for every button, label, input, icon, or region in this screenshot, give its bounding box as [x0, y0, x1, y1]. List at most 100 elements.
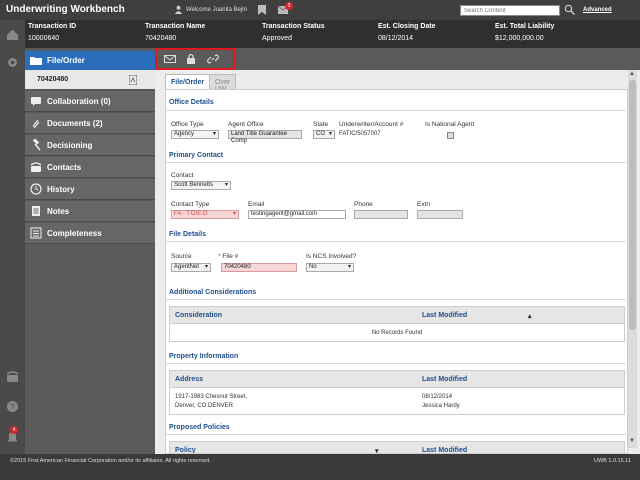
nav-panel: File/Order 70420480 Collaboration (0) Do…: [25, 48, 155, 454]
chevron-down-icon: ▾: [232, 211, 236, 217]
contact-select[interactable]: Scott Bennetts ▾: [171, 181, 231, 190]
chevron-down-icon: ▾: [347, 264, 351, 270]
national-agent-checkbox[interactable]: [447, 132, 454, 139]
nav-item-file-order[interactable]: File/Order: [25, 51, 155, 70]
state-value: CO: [316, 131, 325, 137]
nav-item-history[interactable]: History: [25, 179, 155, 200]
property-table: Address Last Modified 1917-1983 Chesnut …: [169, 370, 625, 415]
address-line-2: Denver, CO DENVER: [175, 403, 234, 409]
underwriter-label: Underwriter/Account #: [339, 121, 404, 128]
notes-icon: [32, 206, 40, 216]
column-header[interactable]: Last Modified: [422, 447, 467, 453]
copyright-text: ©2015 First American Financial Corporati…: [10, 458, 211, 464]
nav-item-label: File/Order: [47, 56, 85, 65]
summary-label: Est. Total Liability: [495, 23, 555, 30]
email-field[interactable]: testingagent@gmail.com: [248, 210, 346, 219]
office-type-select[interactable]: Agency ▾: [171, 130, 219, 139]
column-header[interactable]: Consideration: [175, 312, 222, 319]
modified-date: 08/12/2014: [422, 394, 453, 400]
summary-label: Transaction ID: [28, 23, 77, 30]
summary-label: Est. Closing Date: [378, 23, 436, 30]
nav-item-contacts[interactable]: Contacts: [25, 157, 155, 178]
link-icon[interactable]: [207, 53, 219, 65]
divider: [166, 434, 626, 435]
column-header[interactable]: Address: [175, 376, 203, 383]
summary-value: Approved: [262, 35, 292, 42]
user-icon: [174, 5, 183, 14]
contact-type-select[interactable]: FA - T.O/E.O ▾: [171, 210, 239, 219]
nav-item-label: Decisioning: [47, 141, 93, 150]
pdf-icon[interactable]: [129, 75, 137, 85]
gear-icon[interactable]: [6, 56, 19, 69]
tab-over-uw-limit[interactable]: Over UW Limit: [209, 74, 237, 100]
table-row[interactable]: 1917-1983 Chesnut Street, Denver, CO DEN…: [170, 388, 624, 415]
file-number-field-label: * File #: [218, 253, 238, 260]
agent-office-field[interactable]: Land Title Guarantee Comp: [228, 130, 302, 144]
help-icon[interactable]: ?: [6, 400, 19, 413]
lock-icon[interactable]: [185, 53, 197, 65]
nav-item-label: History: [47, 185, 75, 194]
nav-item-decisioning[interactable]: Decisioning: [25, 135, 155, 156]
column-header[interactable]: Last Modified: [422, 312, 467, 319]
source-value: AgentNet: [174, 264, 200, 270]
office-type-label: Office Type: [171, 121, 204, 128]
chevron-down-icon: ▾: [212, 131, 216, 137]
phone-icon[interactable]: [6, 370, 19, 383]
table-header: Consideration Last Modified ▴: [170, 307, 624, 324]
summary-value: 10000640: [28, 35, 60, 42]
extn-field[interactable]: [417, 210, 463, 219]
summary-transaction-name: Transaction Name 70420480: [145, 23, 205, 42]
column-header[interactable]: Policy: [175, 447, 196, 453]
underwriter-value: FATIC/5057007: [339, 131, 381, 137]
file-number-field[interactable]: 70420480: [221, 263, 297, 272]
nav-item-label: Notes: [47, 207, 70, 216]
tab-file-order[interactable]: File/Order: [165, 74, 211, 90]
file-number-label: 70420480: [37, 76, 69, 83]
email-label: Email: [248, 201, 265, 208]
summary-value: 08/12/2014: [378, 35, 414, 42]
scrollbar[interactable]: ▲ ▼: [628, 70, 637, 448]
sort-asc-icon[interactable]: ▴: [528, 312, 532, 320]
column-header[interactable]: Last Modified: [422, 376, 467, 383]
home-icon[interactable]: [6, 28, 19, 41]
top-bar: Underwriting Workbench Welcome Juanita B…: [0, 0, 640, 20]
nav-file-number[interactable]: 70420480: [25, 70, 155, 89]
search-input[interactable]: [460, 5, 560, 16]
nav-item-notes[interactable]: Notes: [25, 201, 155, 222]
footer: ©2015 First American Financial Corporati…: [0, 454, 640, 480]
notification-count-badge: 4: [10, 426, 18, 434]
source-label: Source: [171, 253, 192, 260]
scroll-down-icon[interactable]: ▼: [629, 438, 635, 444]
paperclip-icon: [33, 119, 40, 128]
search-icon[interactable]: [564, 4, 575, 15]
considerations-table: Consideration Last Modified ▴ No Records…: [169, 306, 625, 342]
scroll-up-icon[interactable]: ▲: [629, 71, 635, 77]
sort-desc-icon[interactable]: ▾: [375, 447, 379, 453]
divider: [166, 241, 626, 242]
section-title-office-details: Office Details: [169, 99, 214, 106]
scroll-thumb[interactable]: [629, 80, 636, 330]
transaction-summary: Transaction ID 10000640 Transaction Name…: [0, 20, 640, 48]
source-select[interactable]: AgentNet ▾: [171, 263, 211, 272]
email-icon[interactable]: [164, 53, 176, 65]
divider: [166, 162, 626, 163]
empty-row: No Records Found: [371, 330, 423, 336]
section-title-file-details: File Details: [169, 231, 206, 238]
chevron-down-icon: ▾: [328, 131, 332, 137]
bookmark-icon[interactable]: [258, 5, 266, 15]
advanced-search-link[interactable]: Advanced: [583, 7, 612, 13]
nav-item-label: Documents (2): [47, 119, 103, 128]
phone-icon: [30, 162, 42, 172]
contact-type-label: Contact Type: [171, 201, 210, 208]
national-agent-label: Is National Agent: [425, 121, 475, 128]
nav-item-collaboration[interactable]: Collaboration (0): [25, 91, 155, 112]
chevron-down-icon: ▾: [204, 264, 208, 270]
state-select[interactable]: CO ▾: [313, 130, 335, 139]
nav-item-completeness[interactable]: Completeness: [25, 223, 155, 244]
nav-item-documents[interactable]: Documents (2): [25, 113, 155, 134]
ncs-label: Is NCS Involved?: [306, 253, 357, 260]
ncs-select[interactable]: No ▾: [306, 263, 354, 272]
version-text: UWB 1.0.15.11: [594, 458, 631, 464]
phone-field[interactable]: [354, 210, 408, 219]
folder-icon: [30, 57, 42, 65]
